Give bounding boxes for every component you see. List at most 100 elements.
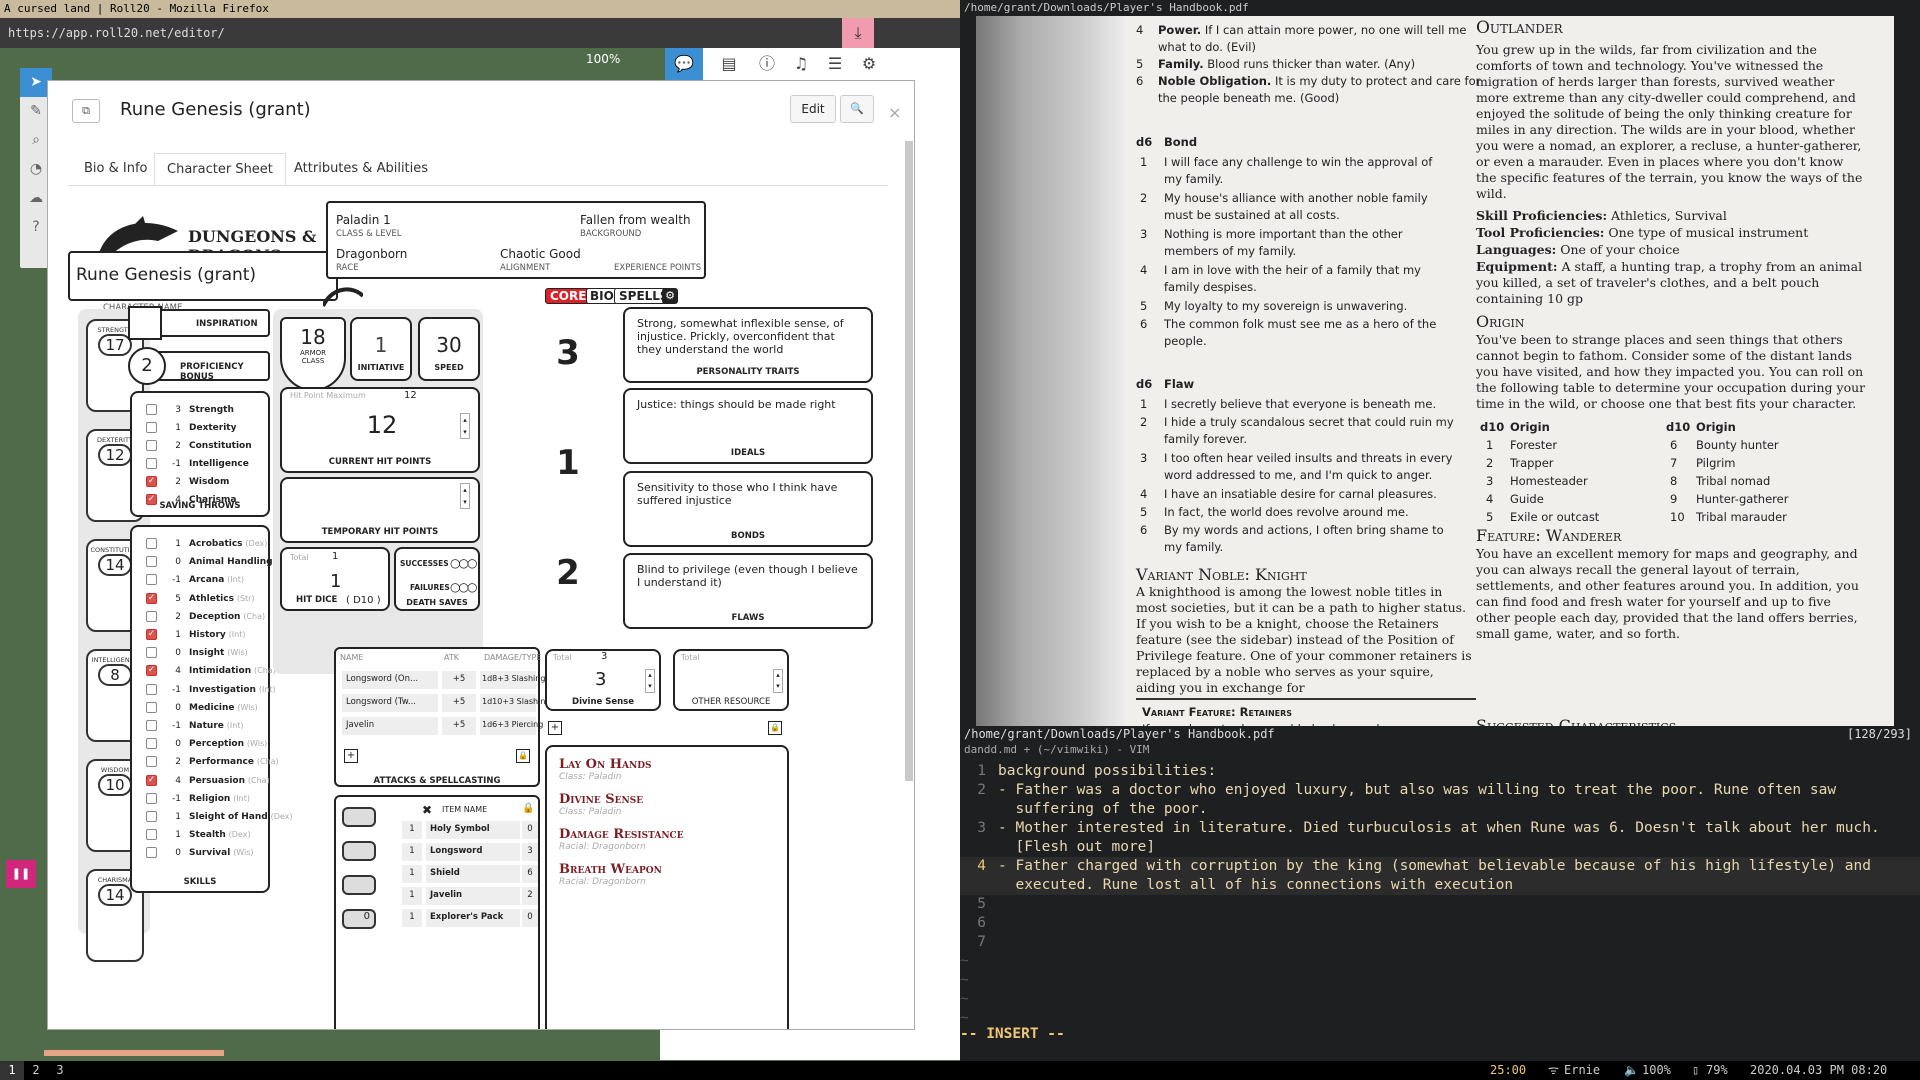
workspace-1[interactable]: 1 (0, 1061, 24, 1080)
resource-name[interactable]: Divine Sense (547, 697, 659, 707)
success-circles-icon[interactable]: ○○○ (450, 556, 477, 570)
bonds-box[interactable]: Sensitivity to those who I think have su… (623, 471, 873, 547)
attack-bonus[interactable]: +5 (442, 671, 476, 689)
edit-button[interactable]: Edit (790, 95, 836, 123)
skill-row[interactable]: -1 Nature (Int) (146, 717, 244, 735)
lock-icon[interactable]: 🔒 (516, 749, 530, 763)
failure-circles-icon[interactable]: ○○○ (450, 580, 477, 594)
inspiration-value[interactable] (128, 306, 162, 340)
vim-line[interactable]: [Flesh out more] (960, 838, 1920, 857)
tab-attributes-abilities[interactable]: Attributes & Abilities (282, 153, 440, 186)
skill-row[interactable]: 1 Sleight of Hand (Dex) (146, 808, 293, 826)
music-icon[interactable]: ♫ (787, 52, 815, 76)
saving-throw-row[interactable]: 1 Dexterity (146, 419, 236, 437)
item-weight[interactable]: 2 (522, 887, 538, 905)
tab-character-sheet[interactable]: Character Sheet (154, 153, 286, 186)
info-icon[interactable]: ⓘ (753, 52, 781, 76)
url-bar[interactable]: https://app.roll20.net/editor/ (0, 18, 960, 48)
proficiency-checkbox[interactable] (146, 683, 157, 695)
proficiency-checkbox[interactable] (146, 556, 157, 568)
proficiency-checkbox[interactable] (146, 720, 157, 731)
proficiency-checkbox[interactable] (146, 756, 157, 768)
proficiency-checkbox[interactable] (146, 404, 157, 415)
core-tab[interactable]: CORE (545, 288, 592, 304)
skill-row[interactable]: -1 Religion (Int) (146, 790, 250, 808)
proficiency-checkbox[interactable]: ✓ (146, 476, 157, 487)
item-count[interactable]: 1 (402, 865, 422, 883)
vim-line[interactable]: 3 - Mother interested in literature. Died… (960, 819, 1920, 838)
item-name[interactable]: Shield (426, 865, 520, 883)
item-name[interactable]: Javelin (426, 887, 520, 905)
proficiency-checkbox[interactable] (146, 701, 157, 713)
temp-hp-box[interactable]: ▴ ▾ TEMPORARY HIT POINTS (280, 477, 480, 543)
tab-bio-info[interactable]: Bio & Info (72, 153, 160, 186)
skill-row[interactable]: 0 Perception (Wis) (146, 735, 267, 753)
skill-row[interactable]: 0 Survival (Wis) (146, 844, 254, 862)
item-name[interactable]: Explorer's Pack (426, 909, 520, 927)
vim-line[interactable]: 7 (960, 933, 1920, 952)
proficiency-checkbox[interactable] (146, 811, 157, 822)
initiative-box[interactable]: 1 INITIATIVE (350, 317, 412, 381)
proficiency-checkbox[interactable] (146, 647, 157, 659)
background[interactable]: Fallen from wealth (580, 213, 691, 227)
settings-gear-icon[interactable]: ⚙ (855, 52, 883, 76)
character-name[interactable]: Rune Genesis (grant) (76, 265, 256, 285)
attack-name[interactable]: Longsword (On... (342, 671, 438, 689)
attack-bonus[interactable]: +5 (442, 694, 476, 712)
item-weight[interactable]: 3 (522, 843, 538, 861)
workspace-3[interactable]: 3 (48, 1061, 72, 1080)
journal-icon[interactable]: ▤ (715, 52, 743, 76)
vim-line[interactable]: 2 - Father was a doctor who enjoyed luxur… (960, 781, 1920, 800)
skill-row[interactable]: ✓ 4 Persuasion (Cha) (146, 772, 270, 790)
skill-row[interactable]: ✓ 4 Intimidation (Cha) (146, 662, 276, 680)
temp-hp-stepper-icon[interactable]: ▴ ▾ (460, 483, 470, 509)
hd-value[interactable]: 1 (330, 571, 341, 592)
chat-icon[interactable]: 💬 (665, 48, 703, 80)
skill-row[interactable]: -1 Investigation (Int) (146, 681, 276, 699)
flaws-box[interactable]: Blind to privilege (even though I believ… (623, 553, 873, 629)
coin-cp-icon[interactable] (342, 807, 376, 827)
other-stepper-icon[interactable]: ▴ ▾ (773, 669, 783, 693)
skill-row[interactable]: 2 Performance (Cha) (146, 753, 279, 771)
hd-total[interactable]: 1 (332, 551, 338, 562)
skill-row[interactable]: 0 Insight (Wis) (146, 644, 248, 662)
popout-icon[interactable]: ⧉ (72, 99, 100, 123)
proficiency-checkbox[interactable] (146, 610, 157, 622)
proficiency-checkbox[interactable]: ✓ (146, 665, 157, 677)
resource-total[interactable]: 3 (601, 651, 607, 662)
feature-name[interactable]: Lay On Hands (559, 757, 775, 772)
attack-damage[interactable]: 1d10+3 Slashing (480, 694, 551, 712)
vim-line[interactable]: 4 - Father charged with corruption by the… (960, 857, 1920, 876)
list-icon[interactable]: ☰ (821, 52, 849, 76)
coin-sp-icon[interactable] (342, 841, 376, 861)
proficiency-checkbox[interactable] (146, 440, 157, 451)
download-icon[interactable]: ⤓ (842, 18, 874, 48)
item-count[interactable]: 1 (402, 821, 422, 839)
proficiency-checkbox[interactable] (146, 829, 157, 841)
attack-name[interactable]: Longsword (Tw... (342, 694, 438, 712)
skill-row[interactable]: -1 Arcana (Int) (146, 571, 244, 589)
attack-damage[interactable]: 1d6+3 Piercing (480, 717, 543, 735)
feature-name[interactable]: Divine Sense (559, 792, 775, 807)
saving-throw-row[interactable]: -1 Intelligence (146, 455, 249, 473)
skill-row[interactable]: 0 Medicine (Wis) (146, 699, 258, 717)
pause-icon[interactable]: ❚❚ (6, 860, 36, 888)
attack-bonus[interactable]: +5 (442, 717, 476, 735)
item-count[interactable]: 1 (402, 843, 422, 861)
proficiency-checkbox[interactable]: ✓ (146, 629, 157, 640)
proficiency-checkbox[interactable] (146, 792, 157, 804)
armor-class-box[interactable]: 18 ARMOR CLASS (280, 317, 346, 391)
search-icon[interactable]: 🔍 (840, 95, 874, 123)
add-attack-icon[interactable]: + (344, 749, 358, 763)
proficiency-checkbox[interactable] (146, 538, 157, 549)
race[interactable]: Dragonborn (336, 247, 407, 261)
speed-box[interactable]: 30 SPEED (418, 317, 480, 381)
hp-stepper-icon[interactable]: ▴ ▾ (460, 413, 470, 439)
vim-line[interactable]: 1 background possibilities: (960, 762, 1920, 781)
skill-row[interactable]: 0Animal Handling (... (146, 553, 286, 571)
proficiency-checkbox[interactable] (146, 458, 157, 469)
close-icon[interactable]: × (888, 103, 901, 122)
vim-line[interactable]: 6 (960, 914, 1920, 933)
vim-line[interactable]: executed. Rune lost all of his connectio… (960, 876, 1920, 895)
item-weight[interactable]: 0 (522, 909, 538, 927)
